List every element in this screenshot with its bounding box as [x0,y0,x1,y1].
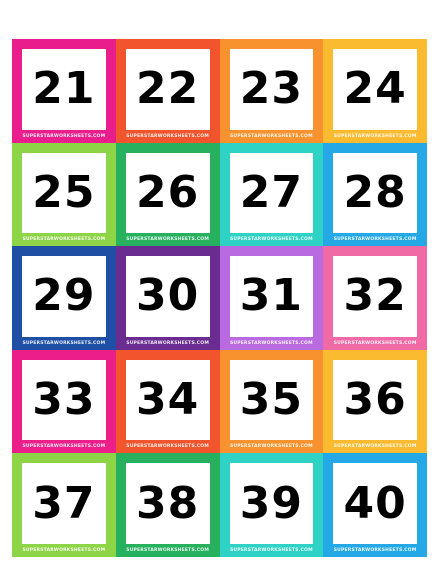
number-card: 35 SUPERSTARWORKSHEETS.COM [219,349,324,454]
number-card: 39 SUPERSTARWORKSHEETS.COM [219,453,324,557]
card-face: 32 [333,256,417,337]
card-number: 39 [239,477,303,529]
card-number: 40 [343,477,407,529]
card-face: 30 [125,256,210,337]
card-number: 25 [32,166,96,218]
card-footer: SUPERSTARWORKSHEETS.COM [333,547,417,553]
number-card: 31 SUPERSTARWORKSHEETS.COM [219,246,324,350]
card-footer: SUPERSTARWORKSHEETS.COM [229,547,313,553]
number-card: 36 SUPERSTARWORKSHEETS.COM [323,349,427,454]
card-number: 27 [239,166,303,218]
number-card: 40 SUPERSTARWORKSHEETS.COM [323,453,427,557]
card-number: 36 [343,374,407,426]
card-number: 38 [136,477,200,529]
card-face: 40 [333,463,417,544]
card-face: 21 [22,49,106,130]
card-footer: SUPERSTARWORKSHEETS.COM [22,444,106,450]
card-footer: SUPERSTARWORKSHEETS.COM [126,237,209,243]
number-card: 22 SUPERSTARWORKSHEETS.COM [115,39,220,143]
card-face: 26 [125,152,210,234]
number-card: 29 SUPERSTARWORKSHEETS.COM [12,246,116,350]
card-footer: SUPERSTARWORKSHEETS.COM [333,444,417,450]
card-face: 22 [125,49,210,130]
card-footer: SUPERSTARWORKSHEETS.COM [229,133,313,139]
number-card: 28 SUPERSTARWORKSHEETS.COM [323,142,427,247]
card-footer: SUPERSTARWORKSHEETS.COM [229,237,313,243]
card-face: 29 [22,256,106,337]
card-number: 34 [136,374,200,426]
card-footer: SUPERSTARWORKSHEETS.COM [229,444,313,450]
card-number: 26 [136,166,200,218]
card-number: 37 [32,477,96,529]
number-card: 21 SUPERSTARWORKSHEETS.COM [12,39,116,143]
card-face: 23 [229,49,314,130]
number-card: 33 SUPERSTARWORKSHEETS.COM [12,349,116,454]
number-card: 25 SUPERSTARWORKSHEETS.COM [12,142,116,247]
card-footer: SUPERSTARWORKSHEETS.COM [126,444,209,450]
number-card: 26 SUPERSTARWORKSHEETS.COM [115,142,220,247]
card-number: 23 [239,63,303,115]
card-footer: SUPERSTARWORKSHEETS.COM [333,237,417,243]
card-footer: SUPERSTARWORKSHEETS.COM [126,547,209,553]
card-number: 31 [239,270,303,322]
card-number: 35 [239,374,303,426]
card-number: 29 [32,270,96,322]
card-footer: SUPERSTARWORKSHEETS.COM [229,340,313,346]
card-footer: SUPERSTARWORKSHEETS.COM [22,133,106,139]
card-face: 39 [229,463,314,544]
card-footer: SUPERSTARWORKSHEETS.COM [333,340,417,346]
card-number: 21 [32,63,96,115]
card-face: 34 [125,359,210,441]
card-face: 36 [333,359,417,441]
number-card: 27 SUPERSTARWORKSHEETS.COM [219,142,324,247]
card-footer: SUPERSTARWORKSHEETS.COM [22,340,106,346]
card-footer: SUPERSTARWORKSHEETS.COM [126,133,209,139]
number-card: 23 SUPERSTARWORKSHEETS.COM [219,39,324,143]
number-card: 30 SUPERSTARWORKSHEETS.COM [115,246,220,350]
card-number: 24 [343,63,407,115]
card-number: 30 [136,270,200,322]
card-face: 27 [229,152,314,234]
card-number: 33 [32,374,96,426]
number-card: 37 SUPERSTARWORKSHEETS.COM [12,453,116,557]
card-number: 22 [136,63,200,115]
number-card: 38 SUPERSTARWORKSHEETS.COM [115,453,220,557]
card-number: 32 [343,270,407,322]
number-card-grid: 21 SUPERSTARWORKSHEETS.COM 22 SUPERSTARWOR… [12,39,427,557]
number-card: 24 SUPERSTARWORKSHEETS.COM [323,39,427,143]
card-face: 38 [125,463,210,544]
card-footer: SUPERSTARWORKSHEETS.COM [22,237,106,243]
card-face: 28 [333,152,417,234]
number-card: 32 SUPERSTARWORKSHEETS.COM [323,246,427,350]
card-footer: SUPERSTARWORKSHEETS.COM [333,133,417,139]
card-face: 37 [22,463,106,544]
card-face: 33 [22,359,106,441]
card-face: 25 [22,152,106,234]
card-footer: SUPERSTARWORKSHEETS.COM [126,340,209,346]
card-footer: SUPERSTARWORKSHEETS.COM [22,547,106,553]
card-number: 28 [343,166,407,218]
card-face: 35 [229,359,314,441]
card-face: 24 [333,49,417,130]
card-face: 31 [229,256,314,337]
number-card: 34 SUPERSTARWORKSHEETS.COM [115,349,220,454]
